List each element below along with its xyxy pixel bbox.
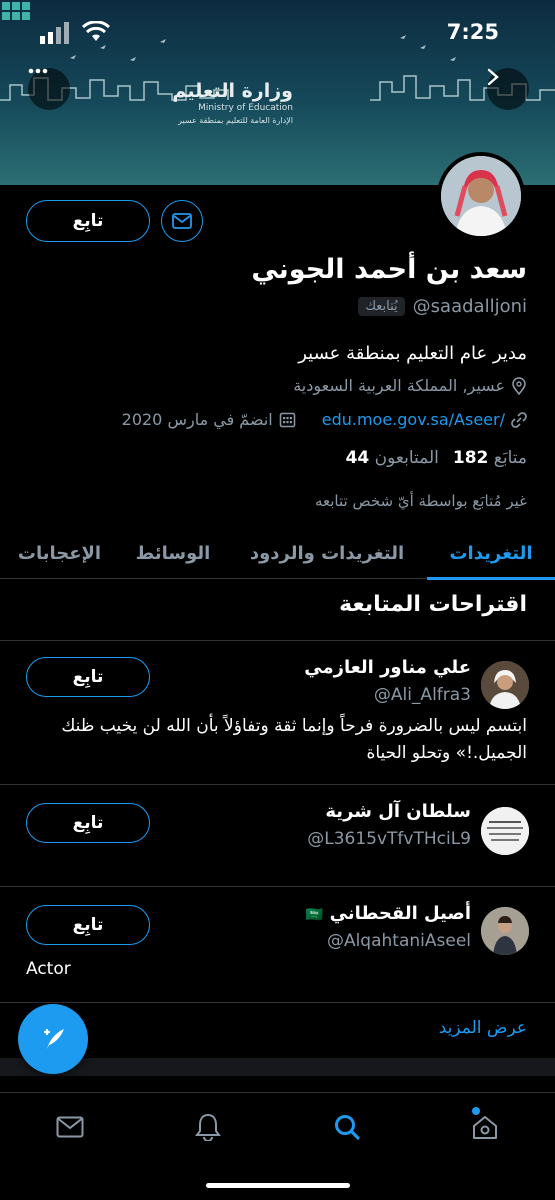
suggestion-follow-button[interactable]: تابِع [26,803,150,843]
unread-dot [472,1107,480,1115]
profile-location: عسير, المملكة العربية السعودية [293,376,505,395]
section-divider [0,1058,555,1076]
nav-notifications[interactable] [192,1111,224,1143]
follows-you-badge: يُتابعك [358,297,405,316]
suggestions-title: اقتراحات المتابعة [339,592,527,617]
suggestion-avatar[interactable] [481,907,529,955]
location-pin-icon [512,376,526,395]
suggestion-name: سلطان آل شرية [325,801,471,822]
saudi-flag-icon: 🇸🇦 [305,907,324,923]
profile-handle: @saadalljoni [412,296,527,317]
following-count-link[interactable]: 182 متابَع [453,448,527,468]
cellular-signal-icon [40,22,69,44]
avatar-image [481,807,529,855]
not-followed-note: غير مُتابَع بواسطة أيّ شخص تتابعه [314,492,527,510]
divider [0,1002,555,1003]
suggestion-follow-button[interactable]: تابِع [26,905,150,945]
suggestion-bio: ابتسم ليس بالضرورة فرحاً وإنما ثقة وتفاؤ… [61,716,527,763]
link-icon [511,411,527,428]
more-button[interactable] [28,68,70,110]
ministry-logo-subtitle: الإدارة العامة للتعليم بمنطقة عسير [178,116,293,125]
suggestion-item[interactable]: سلطان آل شرية @L3615vTfvTHciL9 تابِع [0,784,555,886]
followers-count: 44 [345,448,370,468]
back-button[interactable] [487,68,529,110]
tab-likes[interactable]: الإعجابات [0,527,119,579]
follow-counts: 182 متابَع 44 المتابعون [346,448,527,468]
profile-bio: مدير عام التعليم بمنطقة عسير [298,343,527,364]
profile-joined: انضمّ في مارس 2020 [121,410,273,429]
tab-media[interactable]: الوسائط [119,527,227,579]
compose-button[interactable] [18,1004,88,1074]
meta-row: edu.moe.gov.sa/Aseer/ انضمّ في مارس 2020 [122,410,527,429]
suggestion-avatar[interactable] [481,661,529,709]
status-bar: 7:25 [0,0,555,60]
wifi-icon [82,21,110,41]
handle-row: @saadalljoni يُتابعك [358,296,527,317]
suggestion-handle: @AlqahtaniAseel [326,931,471,951]
show-more-link[interactable]: عرض المزيد [439,1018,527,1038]
more-icon [28,68,48,74]
following-count: 182 [452,448,489,468]
compose-icon [43,1028,64,1049]
profile-tabs: التغريدات التغريدات والردود الوسائط الإع… [0,527,555,580]
profile-link[interactable]: edu.moe.gov.sa/Aseer/ [322,410,505,429]
avatar-image [441,156,521,236]
home-icon [473,1116,497,1139]
search-icon [335,1115,360,1140]
nav-messages[interactable] [54,1111,86,1143]
avatar-image [481,661,529,709]
suggestion-handle: @L3615vTfvTHciL9 [307,829,471,849]
suggestion-item[interactable]: علي مناور العازمي @Ali_Alfra3 تابِع ابتس… [0,640,555,784]
back-chevron-icon [487,68,499,86]
following-label: متابَع [493,448,527,468]
profile-avatar[interactable] [437,152,525,240]
avatar-image [481,907,529,955]
mail-icon [172,213,192,229]
suggestion-name-text: أصيل القحطاني [329,903,471,924]
bell-icon [195,1113,221,1141]
ministry-logo-english: Ministry of Education [198,103,293,113]
suggestion-bio: Actor [26,959,71,979]
clock: 7:25 [446,20,499,44]
location-row: عسير, المملكة العربية السعودية [293,376,527,395]
suggestion-name: علي مناور العازمي [304,657,471,678]
tab-tweets-replies[interactable]: التغريدات والردود [227,527,427,579]
mail-icon [56,1116,84,1138]
nav-home[interactable] [469,1107,501,1143]
suggestion-follow-button[interactable]: تابِع [26,657,150,697]
suggestion-avatar[interactable] [481,807,529,855]
profile-name: سعد بن أحمد الجوني [251,254,527,285]
followers-label: المتابعون [374,448,439,468]
nav-search[interactable] [331,1111,363,1143]
tab-tweets[interactable]: التغريدات [427,527,555,580]
ministry-logo-arabic: وزارة التعليم [172,80,293,102]
calendar-icon [279,412,295,428]
home-indicator [206,1183,350,1188]
suggestion-name: أصيل القحطاني 🇸🇦 [306,903,471,924]
followers-count-link[interactable]: 44 المتابعون [346,448,439,468]
suggestion-handle: @Ali_Alfra3 [373,685,471,705]
follow-button[interactable]: تابِع [26,200,150,242]
suggestion-item[interactable]: أصيل القحطاني 🇸🇦 @AlqahtaniAseel تابِع A… [0,886,555,1002]
message-button[interactable] [161,200,203,242]
